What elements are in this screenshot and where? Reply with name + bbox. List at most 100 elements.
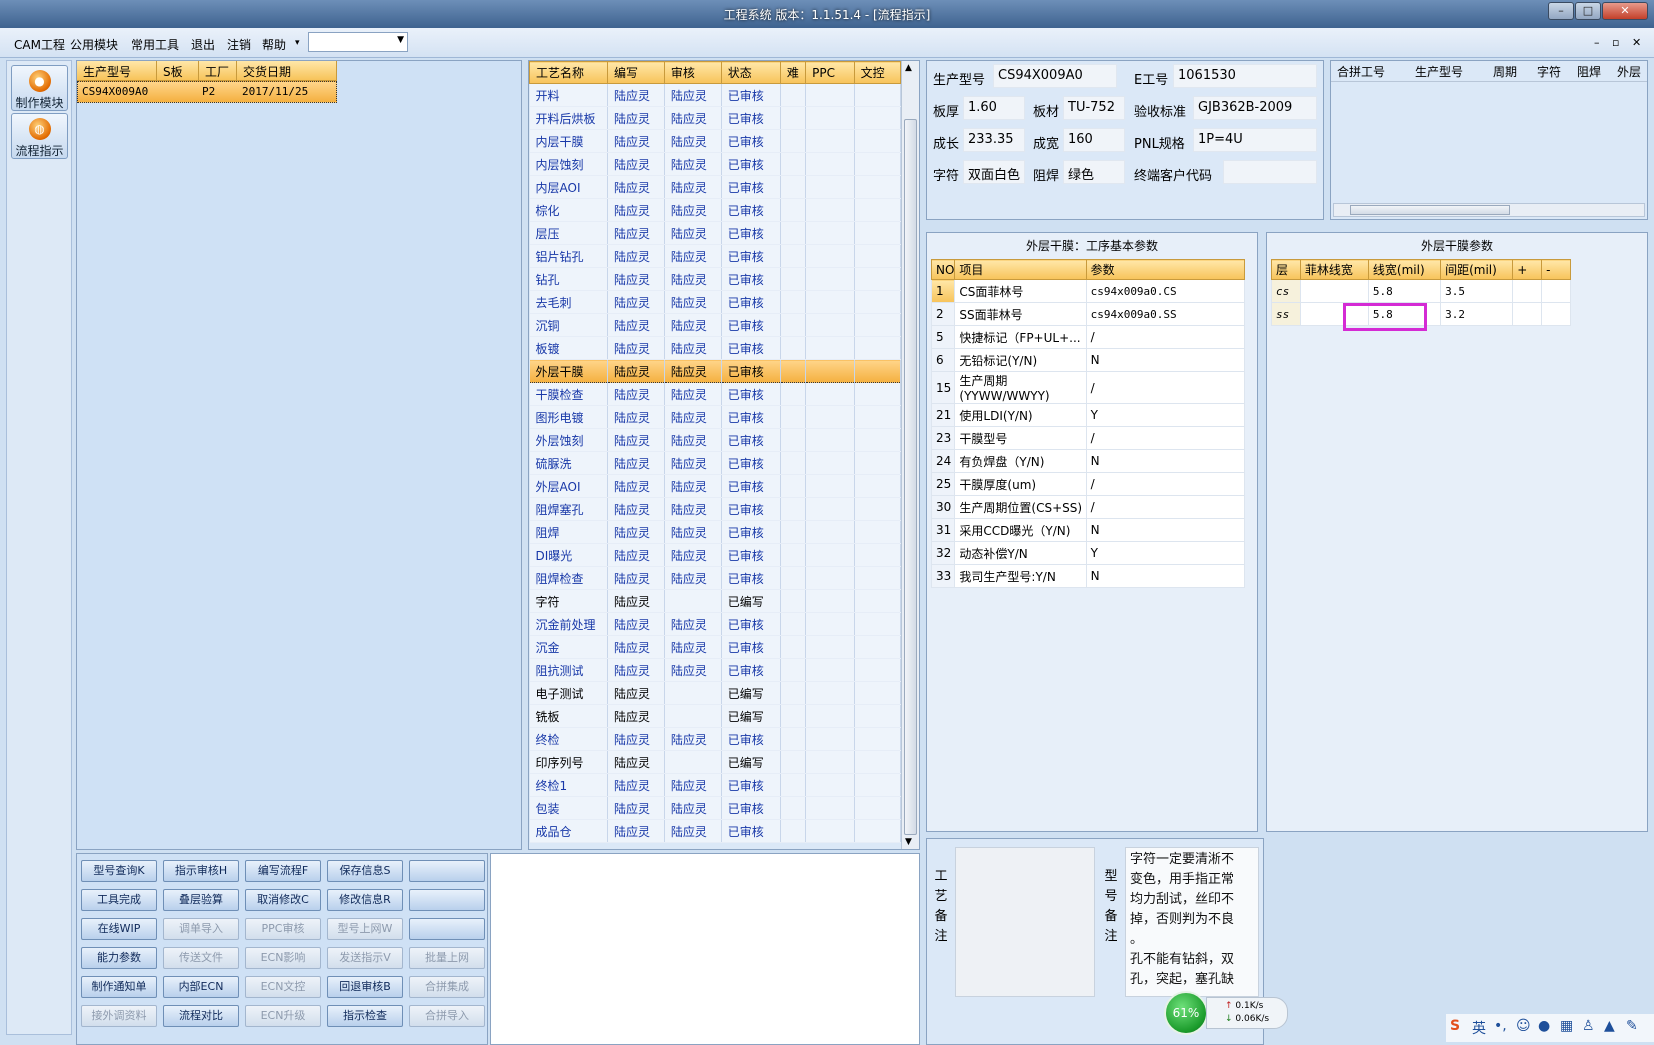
merge-hscrollbar[interactable] [1333,203,1645,217]
dryfilm-row[interactable]: cs 5.8 3.5 [1271,279,1571,303]
mask-field[interactable]: 绿色 [1063,160,1125,184]
action-button[interactable]: 保存信息S [327,860,403,882]
basic-param-row[interactable]: 33 我司生产型号:Y/N N [930,564,1246,588]
basic-param-cell[interactable]: / [1085,495,1246,519]
maximize-button[interactable]: □ [1575,2,1601,20]
thick-field[interactable]: 1.60 [963,96,1025,120]
process-row[interactable]: 终检 陆应灵 陆应灵 已审核 [529,727,902,751]
basic-param-cell[interactable]: cs94x009a0.CS [1085,279,1246,303]
dryfilm-header-4[interactable]: + [1512,259,1543,280]
scroll-down-icon[interactable]: ▼ [905,837,912,847]
action-button[interactable]: 传送文件 [163,947,239,969]
action-button[interactable] [409,918,485,940]
action-button[interactable]: 编写流程F [245,860,321,882]
basic-param-cell[interactable]: N [1085,348,1246,372]
dryfilm-cell[interactable] [1512,302,1543,326]
process-row[interactable]: 外层干膜 陆应灵 陆应灵 已审核 [529,359,902,383]
scroll-up-icon[interactable]: ▲ [905,63,912,73]
dryfilm-cell[interactable] [1541,302,1571,326]
process-row[interactable]: 内层蚀刻 陆应灵 陆应灵 已审核 [529,152,902,176]
action-button[interactable]: 批量上网 [409,947,485,969]
basic-param-cell[interactable]: / [1085,325,1246,349]
process-row[interactable]: 字符 陆应灵 已编写 [529,589,902,613]
merge-hscroll-thumb[interactable] [1350,205,1510,215]
tool-make-module[interactable]: ● 制作模块 [11,65,68,111]
process-row[interactable]: 图形电镀 陆应灵 陆应灵 已审核 [529,405,902,429]
order-header-sboard[interactable]: S板 [157,61,199,81]
action-button[interactable]: ECN文控 [245,976,321,998]
basic-param-row[interactable]: 31 采用CCD曝光（Y/N) N [930,518,1246,542]
merge-header-eno[interactable]: 合拼工号 [1337,63,1385,80]
basic-param-cell[interactable]: / [1085,472,1246,496]
menu-logout[interactable]: 注销 [227,36,251,53]
menu-exit[interactable]: 退出 [191,36,215,53]
action-button[interactable] [409,860,485,882]
microphone-icon[interactable]: ● [1538,1018,1550,1034]
process-row[interactable]: 开料 陆应灵 陆应灵 已审核 [529,83,902,107]
process-row[interactable]: 去毛刺 陆应灵 陆应灵 已审核 [529,290,902,314]
process-header-1[interactable]: 编写 [606,61,665,84]
merge-header-mask[interactable]: 阻焊 [1577,63,1601,80]
process-row[interactable]: 铣板 陆应灵 已编写 [529,704,902,728]
model-field[interactable]: CS94X009A0 [993,64,1117,88]
mdi-restore-button[interactable]: ▫ [1612,36,1619,49]
merge-header-outer[interactable]: 外层 [1617,63,1641,80]
basic-param-row[interactable]: 24 有负焊盘（Y/N) N [930,449,1246,473]
pnl-field[interactable]: 1P=4U [1193,128,1317,152]
material-field[interactable]: TU-752 [1063,96,1125,120]
process-row[interactable]: 层压 陆应灵 陆应灵 已审核 [529,221,902,245]
dryfilm-cell[interactable]: 5.8 [1367,279,1442,303]
basic-params-header-1[interactable]: 项目 [954,259,1087,280]
process-row[interactable]: 钻孔 陆应灵 陆应灵 已审核 [529,267,902,291]
order-header-factory[interactable]: 工厂 [199,61,237,81]
action-button[interactable]: 在线WIP [81,918,157,940]
dryfilm-cell[interactable]: 3.2 [1440,302,1514,326]
action-button[interactable]: 叠层验算 [163,889,239,911]
dryfilm-cell[interactable] [1299,279,1369,303]
process-row[interactable]: 电子测试 陆应灵 已编写 [529,681,902,705]
action-button[interactable]: 工具完成 [81,889,157,911]
process-row[interactable]: 内层AOI 陆应灵 陆应灵 已审核 [529,175,902,199]
basic-param-row[interactable]: 21 使用LDI(Y/N) Y [930,403,1246,427]
dryfilm-header-5[interactable]: - [1541,259,1571,280]
basic-param-cell[interactable]: cs94x009a0.SS [1085,302,1246,326]
action-button[interactable] [409,889,485,911]
user-icon[interactable]: ♙ [1582,1018,1595,1034]
basic-param-row[interactable]: 25 干膜厚度(um) / [930,472,1246,496]
process-row[interactable]: 沉铜 陆应灵 陆应灵 已审核 [529,313,902,337]
process-row[interactable]: 阻焊 陆应灵 陆应灵 已审核 [529,520,902,544]
action-button[interactable]: PPC审核 [245,918,321,940]
ime-language-toggle[interactable]: 英 [1472,1018,1486,1038]
action-button[interactable]: 修改信息R [327,889,403,911]
process-row[interactable]: 阻抗测试 陆应灵 陆应灵 已审核 [529,658,902,682]
process-header-3[interactable]: 状态 [720,61,781,84]
process-header-0[interactable]: 工艺名称 [529,61,608,84]
action-button[interactable]: 指示检查 [327,1005,403,1027]
process-row[interactable]: 外层AOI 陆应灵 陆应灵 已审核 [529,474,902,498]
char-field[interactable]: 双面白色 [963,160,1025,184]
process-row[interactable]: 棕化 陆应灵 陆应灵 已审核 [529,198,902,222]
action-button[interactable]: 合拼集成 [409,976,485,998]
dryfilm-header-1[interactable]: 菲林线宽 [1299,259,1369,280]
action-button[interactable]: 调单导入 [163,918,239,940]
process-note-field[interactable] [955,847,1095,997]
action-button[interactable]: 发送指示V [327,947,403,969]
basic-param-row[interactable]: 2 SS面菲林号 cs94x009a0.SS [930,302,1246,326]
mdi-minimize-button[interactable]: – [1594,36,1600,49]
action-button[interactable]: 指示审核H [163,860,239,882]
basic-param-cell[interactable]: N [1085,564,1246,588]
process-row[interactable]: 终检1 陆应灵 陆应灵 已审核 [529,773,902,797]
dryfilm-header-2[interactable]: 线宽(mil) [1367,259,1442,280]
process-header-2[interactable]: 审核 [663,61,722,84]
width-field[interactable]: 160 [1063,128,1125,152]
model-note-field[interactable]: 字符一定要清淅不 变色，用手指正常 均力刮试，丝印不 掉，否则判为不良。孔不能有钻斜，… [1125,847,1259,997]
dryfilm-cell[interactable] [1541,279,1571,303]
dryfilm-header-3[interactable]: 间距(mil) [1440,259,1514,280]
process-row[interactable]: DI曝光 陆应灵 陆应灵 已审核 [529,543,902,567]
menu-tools[interactable]: 常用工具 [131,36,179,53]
dryfilm-cell[interactable]: 3.5 [1440,279,1514,303]
action-button[interactable]: 内部ECN [163,976,239,998]
action-button[interactable]: 型号上网W [327,918,403,940]
sogou-logo-icon[interactable]: S [1450,1018,1460,1034]
minimize-button[interactable]: – [1548,2,1574,20]
